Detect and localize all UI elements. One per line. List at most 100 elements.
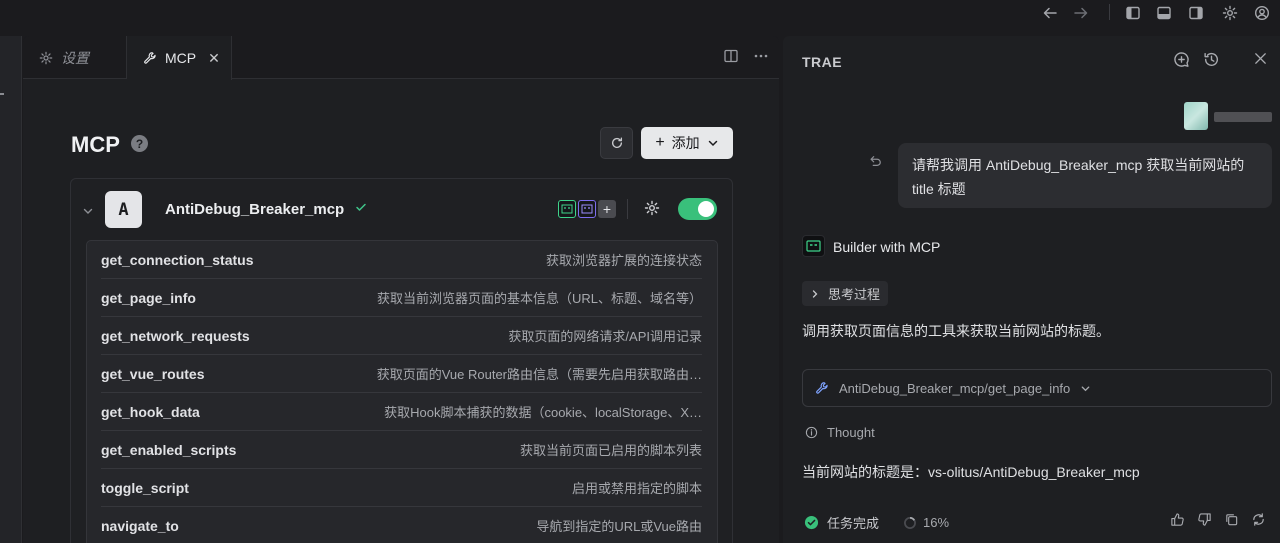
thinking-label: 思考过程 (828, 287, 881, 302)
tool-row[interactable]: navigate_to 导航到指定的URL或Vue路由 (101, 507, 702, 543)
tool-row[interactable]: get_enabled_scripts 获取当前页面已启用的脚本列表 (101, 431, 702, 469)
undo-icon[interactable] (868, 154, 882, 168)
plus-icon: + (655, 134, 665, 151)
context-usage-label: 16% (923, 515, 950, 530)
history-icon[interactable] (1203, 51, 1220, 68)
toggle-left-sidebar-icon[interactable] (1121, 2, 1145, 24)
gear-icon[interactable] (644, 200, 660, 216)
tool-row[interactable]: toggle_script 启用或禁用指定的脚本 (101, 469, 702, 507)
arrow-right-icon[interactable] (1069, 2, 1093, 24)
agent-badges: + (558, 200, 616, 218)
title-bar-separator (1109, 4, 1110, 20)
check-circle-icon (804, 515, 819, 530)
close-icon[interactable] (1253, 51, 1268, 66)
mcp-server-card: A AntiDebug_Breaker_mcp + get_connection… (70, 178, 733, 543)
user-avatar (1184, 102, 1208, 130)
tool-call-label: AntiDebug_Breaker_mcp/get_page_info (839, 380, 1071, 396)
toggle-knob (698, 201, 714, 217)
feedback-actions (1170, 512, 1266, 527)
thought-row[interactable]: Thought (805, 425, 875, 440)
tab-settings[interactable]: 设置 (23, 36, 127, 79)
server-avatar: A (105, 191, 142, 228)
tab-mcp[interactable]: MCP ✕ (127, 36, 232, 80)
tool-name: navigate_to (101, 517, 179, 534)
tool-row[interactable]: get_vue_routes 获取页面的Vue Router路由信息（需要先启用获… (101, 355, 702, 393)
agent-avatar (802, 235, 825, 257)
tool-name: get_connection_status (101, 251, 254, 268)
editor-panel: 设置 MCP ✕ MCP ? + 添加 A AntiDebug_Breaker_… (23, 36, 779, 543)
new-chat-icon[interactable] (1173, 51, 1190, 68)
wrench-icon (815, 381, 829, 395)
task-status: 任务完成 16% (804, 513, 949, 532)
server-name: AntiDebug_Breaker_mcp (165, 201, 345, 218)
title-bar (0, 0, 1280, 30)
tool-row[interactable]: get_network_requests 获取页面的网络请求/API调用记录 (101, 317, 702, 355)
divider (627, 199, 628, 219)
thumbs-up-icon[interactable] (1170, 512, 1185, 527)
close-icon[interactable]: ✕ (208, 50, 220, 67)
gear-icon (39, 51, 53, 65)
chevron-down-icon[interactable] (82, 205, 94, 217)
split-editor-icon[interactable] (723, 48, 739, 64)
user-name-redacted (1214, 112, 1272, 122)
refresh-icon (610, 136, 624, 150)
agent-answer: 当前网站的标题是：vs-olitus/AntiDebug_Breaker_mcp (802, 464, 1140, 480)
progress-ring-icon (903, 516, 917, 530)
terminal-icon (558, 200, 576, 218)
tool-description: 获取页面的网络请求/API调用记录 (508, 329, 702, 344)
user-message: 请帮我调用 AntiDebug_Breaker_mcp 获取当前网站的 titl… (898, 143, 1272, 208)
tool-list: get_connection_status 获取浏览器扩展的连接状态 get_pag… (86, 240, 718, 543)
tool-description: 获取Hook脚本捕获的数据（cookie、localStorage、X… (384, 405, 702, 420)
thinking-toggle[interactable]: 思考过程 (802, 281, 889, 306)
add-button-label: 添加 (671, 135, 700, 151)
tool-description: 获取浏览器扩展的连接状态 (545, 253, 702, 268)
info-icon (805, 426, 818, 439)
context-usage: 16% (903, 515, 949, 530)
tool-row[interactable]: get_hook_data 获取Hook脚本捕获的数据（cookie、localS… (101, 393, 702, 431)
tool-name: get_hook_data (101, 403, 200, 420)
refresh-button[interactable] (600, 127, 633, 159)
server-enabled-toggle[interactable] (678, 198, 717, 220)
more-icon[interactable] (753, 48, 769, 64)
tool-name: toggle_script (101, 479, 189, 496)
chat-panel: TRAE 请帮我调用 AntiDebug_Breaker_mcp 获取当前网站的… (783, 36, 1280, 543)
account-icon[interactable] (1250, 2, 1274, 24)
page-title: MCP (71, 132, 120, 157)
copy-icon[interactable] (1224, 512, 1239, 527)
panel-edge-indicator (0, 93, 4, 95)
tool-row[interactable]: get_page_info 获取当前浏览器页面的基本信息（URL、标题、域名等） (101, 279, 702, 317)
chat-title: TRAE (802, 54, 843, 70)
terminal-icon (578, 200, 596, 218)
agent-name: Builder with MCP (833, 239, 941, 255)
thumbs-down-icon[interactable] (1197, 512, 1212, 527)
tool-description: 导航到指定的URL或Vue路由 (536, 519, 702, 534)
add-button[interactable]: + 添加 (641, 127, 733, 159)
tool-description: 获取当前页面已启用的脚本列表 (519, 443, 702, 458)
task-done-label: 任务完成 (827, 516, 880, 531)
arrow-left-icon[interactable] (1038, 2, 1062, 24)
tool-description: 启用或禁用指定的脚本 (571, 481, 702, 496)
tool-name: get_vue_routes (101, 365, 205, 382)
toggle-right-sidebar-icon[interactable] (1184, 2, 1208, 24)
tool-description: 获取当前浏览器页面的基本信息（URL、标题、域名等） (376, 291, 702, 306)
tab-actions (723, 48, 769, 64)
chevron-down-icon (707, 137, 719, 149)
add-agent-icon[interactable]: + (598, 200, 616, 218)
tool-call-card[interactable]: AntiDebug_Breaker_mcp/get_page_info (802, 369, 1272, 407)
help-icon[interactable]: ? (131, 135, 148, 152)
editor-tab-bar: 设置 MCP ✕ (23, 36, 779, 80)
tool-name: get_enabled_scripts (101, 441, 237, 458)
tab-label: 设置 (61, 49, 89, 66)
tool-row[interactable]: get_connection_status 获取浏览器扩展的连接状态 (101, 241, 702, 279)
chevron-down-icon (1080, 383, 1091, 394)
tool-description: 获取页面的Vue Router路由信息（需要先启用获取路由… (376, 367, 702, 382)
tool-name: get_page_info (101, 289, 196, 306)
gear-icon[interactable] (1218, 2, 1242, 24)
task-done: 任务完成 (804, 513, 879, 532)
check-icon (355, 201, 367, 213)
toggle-bottom-panel-icon[interactable] (1152, 2, 1176, 24)
regenerate-icon[interactable] (1251, 512, 1266, 527)
thought-label: Thought (827, 425, 875, 440)
activity-bar-edge (0, 36, 22, 543)
tool-name: get_network_requests (101, 327, 250, 344)
